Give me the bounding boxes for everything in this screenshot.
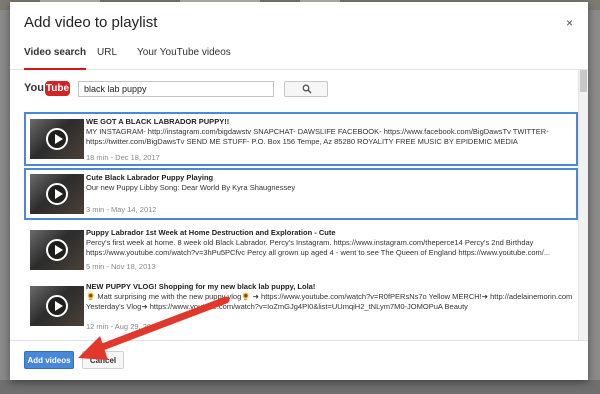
video-thumbnail (30, 174, 84, 214)
result-description: MY INSTAGRAM- http://instagram.com/bigda… (86, 127, 549, 146)
result-description: Our new Puppy Libby Song: Dear World By … (86, 183, 296, 192)
result-item[interactable]: NEW PUPPY VLOG! Shopping for my new blac… (24, 278, 578, 334)
result-title: Puppy Labrador 1st Week at Home Destruct… (86, 228, 336, 237)
play-icon (46, 239, 68, 261)
add-videos-button[interactable]: Add videos (24, 351, 74, 369)
youtube-logo-you: You (24, 82, 44, 94)
result-title: NEW PUPPY VLOG! Shopping for my new blac… (86, 282, 316, 291)
play-icon (46, 128, 68, 150)
tab-your-youtube-videos[interactable]: Your YouTube videos (137, 46, 231, 70)
result-title: Cute Black Labrador Puppy Playing (86, 173, 214, 182)
tab-url[interactable]: URL (97, 46, 117, 70)
dialog-footer: Add videos Cancel (10, 340, 588, 380)
add-video-dialog: Add video to playlist × Video search URL… (10, 2, 588, 380)
search-icon (302, 84, 312, 94)
dialog-title: Add video to playlist (24, 14, 158, 31)
youtube-logo-tube: Tube (45, 81, 70, 96)
play-icon (46, 295, 68, 317)
search-button[interactable] (284, 81, 328, 97)
tab-bar: Video search URL Your YouTube videos (10, 46, 588, 70)
result-title: WE GOT A BLACK LABRADOR PUPPY!! (86, 117, 230, 126)
play-icon (46, 183, 68, 205)
close-icon[interactable]: × (566, 16, 573, 30)
result-meta: 18 min - Dec 18, 2017 (86, 153, 160, 162)
cancel-button[interactable]: Cancel (82, 351, 124, 369)
search-input[interactable] (78, 81, 274, 97)
result-description: 🌻 Matt surprising me with the new puppy … (86, 292, 573, 311)
result-meta: 3 min - May 14, 2012 (86, 205, 157, 214)
result-item[interactable]: WE GOT A BLACK LABRADOR PUPPY!! MY INSTA… (24, 112, 578, 166)
scrollbar-thumb[interactable] (580, 70, 587, 92)
background-bottom (0, 380, 600, 394)
video-thumbnail (30, 286, 84, 326)
search-results: WE GOT A BLACK LABRADOR PUPPY!! MY INSTA… (24, 112, 580, 338)
tab-video-search[interactable]: Video search (24, 46, 87, 70)
result-meta: 5 min - Nov 18, 2013 (86, 262, 156, 271)
result-description: Percy's first week at home. 8 week old B… (86, 238, 551, 257)
result-meta: 12 min - Aug 29, 2018 (86, 322, 160, 331)
youtube-logo: You Tube (24, 81, 70, 97)
result-item[interactable]: Cute Black Labrador Puppy Playing Our ne… (24, 168, 578, 220)
video-thumbnail (30, 230, 84, 270)
video-thumbnail (30, 119, 84, 159)
result-item[interactable]: Puppy Labrador 1st Week at Home Destruct… (24, 224, 578, 276)
